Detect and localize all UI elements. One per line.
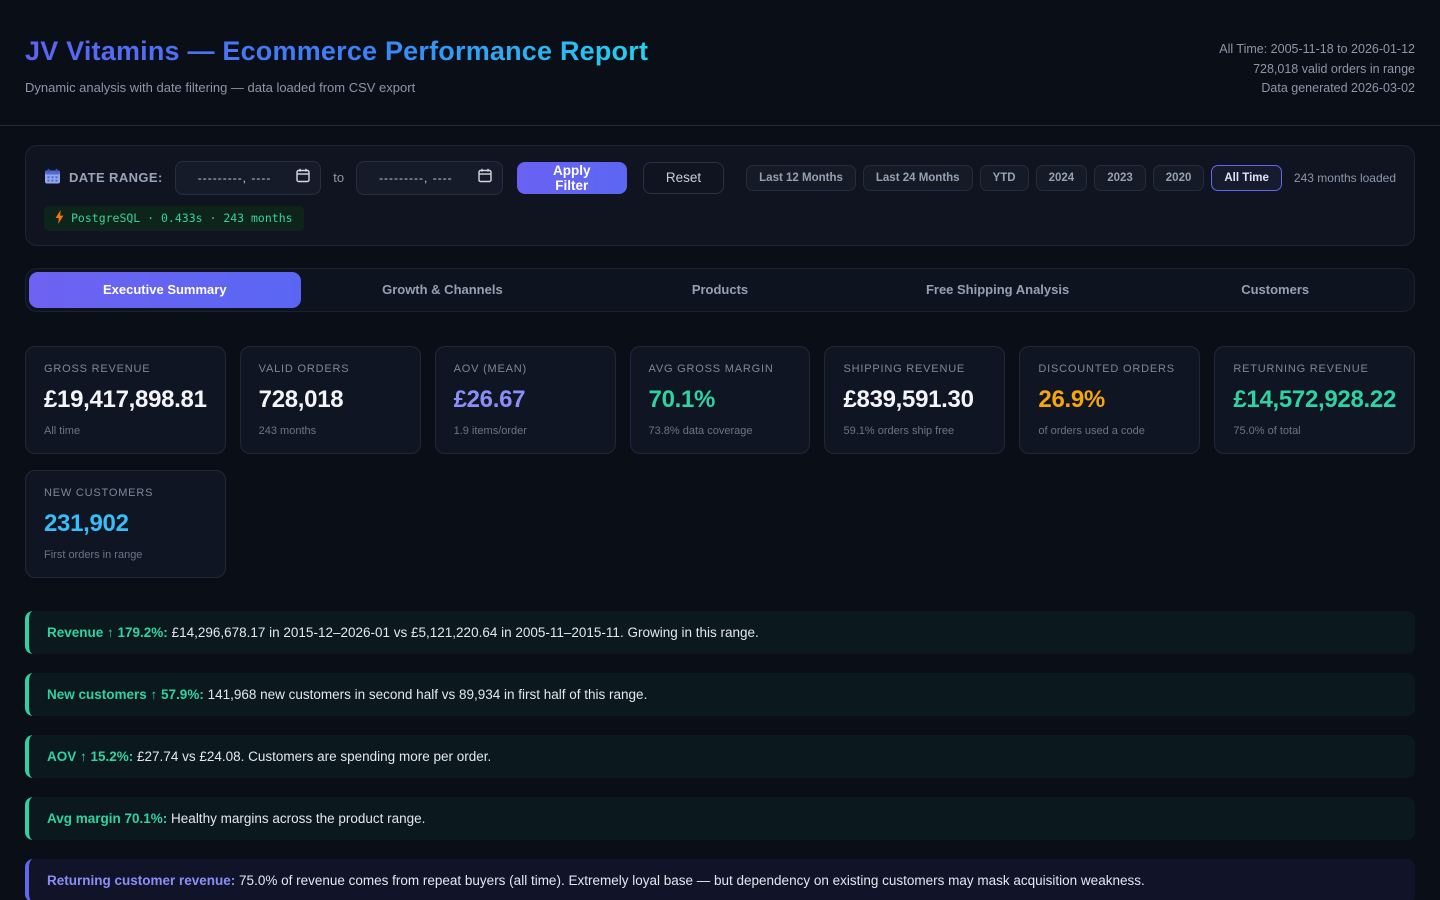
kpi-card-gross-revenue: GROSS REVENUE £19,417,898.81 All time (25, 346, 226, 454)
insight-strong: Avg margin 70.1%: (47, 811, 167, 826)
insight-text: £14,296,678.17 in 2015-12–2026-01 vs £5,… (168, 625, 759, 640)
tab-growth-channels[interactable]: Growth & Channels (307, 272, 579, 308)
apply-filter-button[interactable]: Apply Filter (517, 162, 627, 194)
kpi-value: 26.9% (1038, 386, 1181, 414)
kpi-sub: 243 months (259, 425, 402, 437)
kpi-label: AVG GROSS MARGIN (649, 363, 792, 375)
kpi-label: GROSS REVENUE (44, 363, 207, 375)
lightning-bolt-icon (55, 210, 64, 227)
kpi-value: £19,417,898.81 (44, 386, 207, 414)
quick-range-ytd[interactable]: YTD (980, 165, 1029, 191)
kpi-value: 231,902 (44, 510, 207, 538)
insights-list: Revenue ↑ 179.2%: £14,296,678.17 in 2015… (25, 611, 1415, 900)
kpi-sub: 59.1% orders ship free (843, 425, 986, 437)
kpi-sub: First orders in range (44, 549, 207, 561)
kpi-card-new-customers: NEW CUSTOMERS 231,902 First orders in ra… (25, 470, 226, 578)
calendar-picker-icon[interactable] (296, 168, 310, 188)
kpi-label: SHIPPING REVENUE (843, 363, 986, 375)
insight-strong: New customers ↑ 57.9%: (47, 687, 204, 702)
date-range-to-text: to (333, 170, 344, 185)
date-to-input[interactable]: ---------, ---- (356, 161, 503, 195)
insight-text: 75.0% of revenue comes from repeat buyer… (235, 873, 1144, 888)
insight-row-avg-margin: Avg margin 70.1%: Healthy margins across… (25, 797, 1415, 840)
insight-text: Healthy margins across the product range… (167, 811, 425, 826)
quick-range-last-12-months[interactable]: Last 12 Months (746, 165, 856, 191)
kpi-label: DISCOUNTED ORDERS (1038, 363, 1181, 375)
date-range-label-group: DATE RANGE: (44, 168, 163, 188)
insight-strong: AOV ↑ 15.2%: (47, 749, 133, 764)
date-to-value: ---------, ---- (379, 171, 453, 185)
meta-data-generated: Data generated 2026-03-02 (1219, 79, 1415, 99)
insight-row-returning-revenue: Returning customer revenue: 75.0% of rev… (25, 859, 1415, 900)
kpi-label: NEW CUSTOMERS (44, 487, 207, 499)
kpi-card-returning-revenue: RETURNING REVENUE £14,572,928.22 75.0% o… (1214, 346, 1415, 454)
kpi-value: 70.1% (649, 386, 792, 414)
kpi-value: £14,572,928.22 (1233, 386, 1396, 414)
calendar-picker-icon[interactable] (478, 168, 492, 188)
report-page: JV Vitamins — Ecommerce Performance Repo… (0, 0, 1440, 900)
db-query-badge-text: PostgreSQL · 0.433s · 243 months (71, 211, 293, 225)
meta-all-time-range: All Time: 2005-11-18 to 2026-01-12 (1219, 40, 1415, 60)
quick-range-2020[interactable]: 2020 (1153, 165, 1205, 191)
header: JV Vitamins — Ecommerce Performance Repo… (0, 0, 1440, 126)
meta-valid-orders: 728,018 valid orders in range (1219, 60, 1415, 80)
months-loaded-text: 243 months loaded (1294, 171, 1396, 185)
header-meta: All Time: 2005-11-18 to 2026-01-12 728,0… (1219, 36, 1415, 99)
insight-text: 141,968 new customers in second half vs … (204, 687, 648, 702)
kpi-sub: All time (44, 425, 207, 437)
kpi-card-discounted-orders: DISCOUNTED ORDERS 26.9% of orders used a… (1019, 346, 1200, 454)
quick-range-group: Last 12 Months Last 24 Months YTD 2024 2… (746, 165, 1282, 191)
quick-range-last-24-months[interactable]: Last 24 Months (863, 165, 973, 191)
tab-customers[interactable]: Customers (1139, 272, 1411, 308)
kpi-value: £26.67 (454, 386, 597, 414)
date-from-input[interactable]: ---------, ---- (175, 161, 322, 195)
kpi-card-shipping-revenue: SHIPPING REVENUE £839,591.30 59.1% order… (824, 346, 1005, 454)
header-titles: JV Vitamins — Ecommerce Performance Repo… (25, 36, 648, 95)
tab-free-shipping-analysis[interactable]: Free Shipping Analysis (862, 272, 1134, 308)
quick-range-all-time[interactable]: All Time (1211, 165, 1282, 191)
db-query-badge: PostgreSQL · 0.433s · 243 months (44, 206, 304, 231)
reset-button[interactable]: Reset (643, 162, 724, 194)
kpi-sub: of orders used a code (1038, 425, 1181, 437)
insight-strong: Revenue ↑ 179.2%: (47, 625, 168, 640)
calendar-icon (44, 168, 61, 188)
insight-row-aov: AOV ↑ 15.2%: £27.74 vs £24.08. Customers… (25, 735, 1415, 778)
kpi-card-valid-orders: VALID ORDERS 728,018 243 months (240, 346, 421, 454)
kpi-label: RETURNING REVENUE (1233, 363, 1396, 375)
kpi-sub: 75.0% of total (1233, 425, 1396, 437)
date-range-label: DATE RANGE: (69, 170, 163, 185)
date-filter-row: DATE RANGE: ---------, ---- to ---------… (44, 161, 1396, 195)
kpi-label: AOV (MEAN) (454, 363, 597, 375)
date-filter-panel: DATE RANGE: ---------, ---- to ---------… (25, 145, 1415, 246)
kpi-grid: GROSS REVENUE £19,417,898.81 All time VA… (25, 346, 1415, 578)
page-subtitle: Dynamic analysis with date filtering — d… (25, 80, 648, 95)
insight-strong: Returning customer revenue: (47, 873, 235, 888)
tab-executive-summary[interactable]: Executive Summary (29, 272, 301, 308)
page-title: JV Vitamins — Ecommerce Performance Repo… (25, 36, 648, 67)
tabbar: Executive Summary Growth & Channels Prod… (25, 268, 1415, 312)
kpi-sub: 73.8% data coverage (649, 425, 792, 437)
insight-row-new-customers: New customers ↑ 57.9%: 141,968 new custo… (25, 673, 1415, 716)
kpi-label: VALID ORDERS (259, 363, 402, 375)
kpi-card-avg-gross-margin: AVG GROSS MARGIN 70.1% 73.8% data covera… (630, 346, 811, 454)
kpi-value: £839,591.30 (843, 386, 986, 414)
kpi-sub: 1.9 items/order (454, 425, 597, 437)
insight-row-revenue: Revenue ↑ 179.2%: £14,296,678.17 in 2015… (25, 611, 1415, 654)
date-from-value: ---------, ---- (198, 171, 272, 185)
quick-range-2024[interactable]: 2024 (1036, 165, 1088, 191)
tab-products[interactable]: Products (584, 272, 856, 308)
quick-range-2023[interactable]: 2023 (1094, 165, 1146, 191)
kpi-value: 728,018 (259, 386, 402, 414)
insight-text: £27.74 vs £24.08. Customers are spending… (133, 749, 491, 764)
kpi-card-aov-mean: AOV (MEAN) £26.67 1.9 items/order (435, 346, 616, 454)
